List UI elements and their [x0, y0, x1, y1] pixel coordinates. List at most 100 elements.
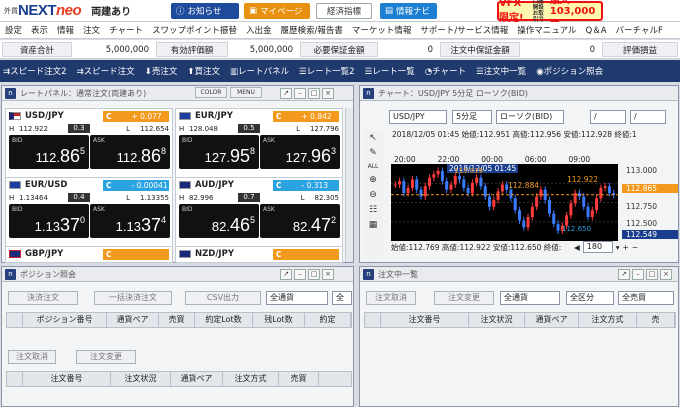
- economic-indicators-button[interactable]: 経済指標: [316, 3, 372, 19]
- cancel-order-button[interactable]: 注文取消: [8, 350, 56, 364]
- currency-filter[interactable]: 全通貨: [266, 291, 328, 305]
- bid-button[interactable]: BID 82.465: [179, 204, 259, 238]
- au-flag-icon: [179, 181, 191, 189]
- rate-tile-nzdjpy[interactable]: NZD/JPY C: [175, 246, 343, 263]
- rate-tile-eurjpy[interactable]: EUR/JPY C + 0.842 H 128.048 0.5 L 127.796 BID…: [175, 108, 343, 185]
- menu-item-support[interactable]: サポート/サービス情報: [420, 24, 508, 36]
- bar-count-input[interactable]: 180: [582, 241, 613, 253]
- side-filter[interactable]: 全: [332, 291, 352, 305]
- color-button[interactable]: COLOR: [195, 87, 227, 98]
- chart-tool-select2[interactable]: /: [630, 110, 666, 124]
- chart-interval-select[interactable]: 5分足: [452, 110, 492, 124]
- select-all-checkbox[interactable]: [365, 313, 381, 327]
- low-value: 1.13355: [140, 193, 169, 202]
- menu-item-history[interactable]: 履歴検索/報告書: [281, 24, 343, 36]
- minimize-icon[interactable]: –: [632, 269, 644, 280]
- rate-tile-gbpjpy[interactable]: GBP/JPY C: [5, 246, 173, 263]
- pin-icon[interactable]: ↗: [280, 269, 292, 280]
- chevron-down-icon[interactable]: ▾: [616, 243, 620, 252]
- bid-button[interactable]: BID 112.865: [9, 135, 89, 169]
- select-all-checkbox[interactable]: [7, 313, 23, 327]
- maximize-icon[interactable]: □: [308, 88, 320, 99]
- menu-button[interactable]: MENU: [230, 87, 262, 98]
- close-icon[interactable]: ×: [322, 88, 334, 99]
- menu-item-chart[interactable]: チャート: [109, 24, 143, 36]
- pin-icon[interactable]: ↗: [618, 269, 630, 280]
- candle: [513, 198, 517, 211]
- bulk-settle-button[interactable]: 一括決済注文: [94, 291, 172, 305]
- menu-item-deposit[interactable]: 入出金: [246, 24, 272, 36]
- scroll-left-icon[interactable]: ◀: [574, 243, 580, 252]
- chart-button[interactable]: ◔チャート: [425, 65, 466, 77]
- chart-type-icon[interactable]: ▦: [369, 220, 378, 230]
- pin-icon[interactable]: ↗: [280, 88, 292, 99]
- news-button[interactable]: ⓘ お知らせ: [171, 3, 239, 19]
- high-value: 1.13464: [19, 193, 48, 202]
- rate-panel-scrollbar[interactable]: [345, 108, 353, 262]
- zoom-in-icon[interactable]: ⊕: [369, 175, 377, 185]
- rate-tile-usdjpy[interactable]: USD/JPY C + 0.077 H 112.922 0.3 L 112.654 BID…: [5, 108, 173, 185]
- positions-button[interactable]: ◉ポジション照会: [536, 65, 603, 77]
- candle: [586, 206, 590, 218]
- promo-banner[interactable]: VFX限定! 口座開設お取引で 最大103,000円: [497, 0, 603, 32]
- rate-tile-eurusd[interactable]: EUR/USD C- 0.00041 H 1.13464 0.4 L 1.13355 B…: [5, 177, 173, 254]
- menu-item-qa[interactable]: Q＆A: [586, 24, 607, 36]
- rate-tile-audjpy[interactable]: AUD/JPY C- 0.313 H 82.996 0.7 L 82.305 BID 82…: [175, 177, 343, 254]
- minimize-icon[interactable]: –: [294, 88, 306, 99]
- modify-order-button[interactable]: 注文変更: [76, 350, 136, 364]
- add-icon[interactable]: +: [623, 243, 629, 252]
- candle: [530, 206, 534, 218]
- speed-order-button[interactable]: ⇉スピード注文: [77, 65, 135, 77]
- select-all-checkbox[interactable]: [7, 372, 23, 386]
- ask-button[interactable]: ASK 127.963: [260, 135, 340, 169]
- chart-pair-select[interactable]: USD/JPY: [389, 110, 447, 124]
- menu-item-view[interactable]: 表示: [31, 24, 48, 36]
- menu-item-info[interactable]: 情報: [57, 24, 74, 36]
- buy-order-button[interactable]: ⬆買注文: [187, 65, 220, 77]
- ask-button[interactable]: ASK 112.868: [90, 135, 170, 169]
- candle: [522, 220, 526, 228]
- bid-button[interactable]: BID 1.13370: [9, 204, 89, 238]
- settle-order-button[interactable]: 決済注文: [8, 291, 78, 305]
- candle: [436, 170, 440, 175]
- currency-filter[interactable]: 全通貨: [500, 291, 560, 305]
- list-icon: ☰: [299, 67, 307, 77]
- type-filter[interactable]: 全区分: [566, 291, 614, 305]
- info-navi-button[interactable]: ▤ 情報ナビ: [380, 3, 437, 19]
- menu-item-settings[interactable]: 設定: [5, 24, 22, 36]
- csv-export-button[interactable]: CSV出力: [185, 291, 261, 305]
- side-filter[interactable]: 全売買: [618, 291, 674, 305]
- all-icon[interactable]: ALL: [368, 163, 379, 170]
- cancel-order-button[interactable]: 注文取消: [366, 291, 416, 305]
- ask-button[interactable]: ASK 1.13374: [90, 204, 170, 238]
- rate-list2-button[interactable]: ☰レート一覧2: [299, 65, 355, 77]
- bid-button[interactable]: BID 127.958: [179, 135, 259, 169]
- maximize-icon[interactable]: □: [308, 269, 320, 280]
- close-icon[interactable]: ×: [322, 269, 334, 280]
- candle: [440, 170, 444, 182]
- pen-icon[interactable]: ✎: [369, 148, 377, 158]
- chart-style-select[interactable]: ローソク(BID): [496, 110, 564, 124]
- menu-item-virtual[interactable]: バーチャルF: [616, 24, 663, 36]
- remove-icon[interactable]: −: [632, 243, 638, 252]
- zoom-out-icon[interactable]: ⊖: [369, 190, 377, 200]
- rate-panel-button[interactable]: ▥レートパネル: [230, 65, 289, 77]
- indicator-icon[interactable]: ☷: [369, 205, 377, 215]
- modify-order-button[interactable]: 注文変更: [434, 291, 494, 305]
- open-orders-button[interactable]: ☰注文中一覧: [476, 65, 526, 77]
- rate-list-button[interactable]: ☰レート一覧: [365, 65, 415, 77]
- sell-order-button[interactable]: ⬇売注文: [145, 65, 178, 77]
- close-icon[interactable]: ×: [660, 269, 672, 280]
- price-plot[interactable]: 2018/12/05 01:45 113.019 112.884 112.922…: [391, 164, 618, 241]
- menu-item-manual[interactable]: 操作マニュアル: [517, 24, 576, 36]
- chart-tool-select[interactable]: /: [590, 110, 626, 124]
- maximize-icon[interactable]: □: [646, 269, 658, 280]
- mypage-button[interactable]: ▣ マイページ: [244, 3, 310, 19]
- menu-item-swap[interactable]: スワップポイント振替: [152, 24, 237, 36]
- menu-item-order[interactable]: 注文: [83, 24, 100, 36]
- menu-item-market[interactable]: マーケット情報: [352, 24, 412, 36]
- speed-order2-button[interactable]: ⇉スピード注文2: [3, 65, 67, 77]
- ask-button[interactable]: ASK 82.472: [260, 204, 340, 238]
- cursor-icon[interactable]: ↖: [369, 133, 377, 143]
- minimize-icon[interactable]: –: [294, 269, 306, 280]
